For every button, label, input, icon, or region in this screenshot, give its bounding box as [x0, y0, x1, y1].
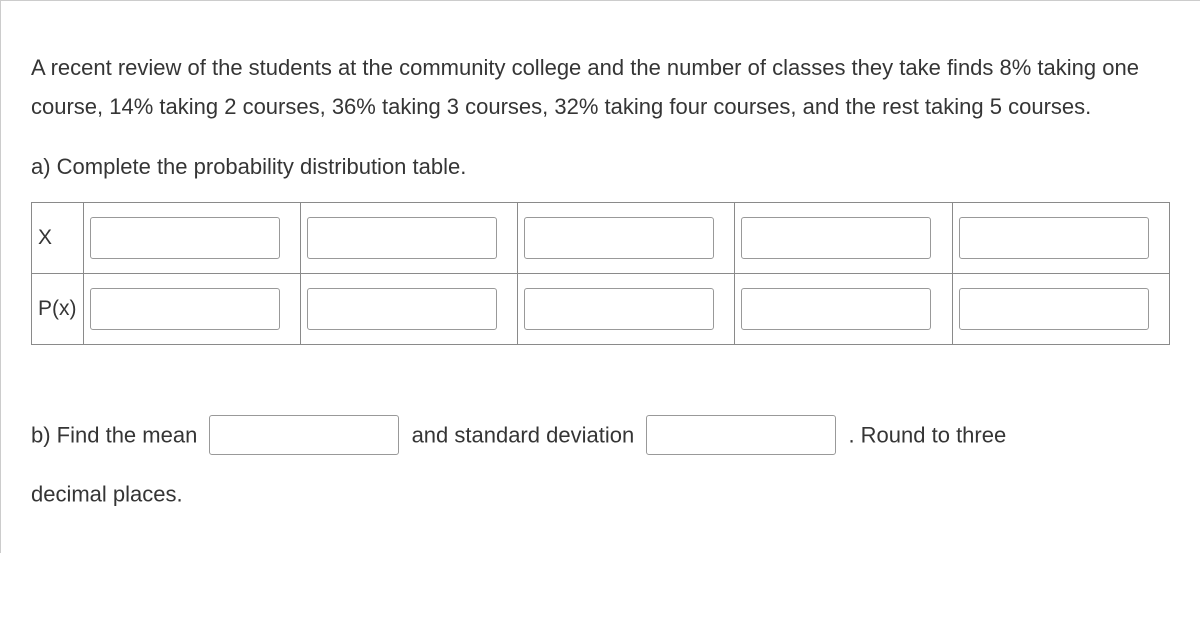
mean-input[interactable]: [209, 415, 399, 455]
row-header-x: X: [32, 203, 84, 274]
table-cell: [735, 203, 952, 274]
table-cell: [735, 274, 952, 345]
px-input-5[interactable]: [959, 288, 1149, 330]
table-row: P(x): [32, 274, 1170, 345]
x-input-4[interactable]: [741, 217, 931, 259]
x-input-2[interactable]: [307, 217, 497, 259]
stddev-input[interactable]: [646, 415, 836, 455]
question-intro: A recent review of the students at the c…: [31, 49, 1170, 126]
part-b-prefix: b) Find the mean: [31, 423, 197, 448]
part-b-line2: decimal places.: [31, 481, 183, 506]
px-input-3[interactable]: [524, 288, 714, 330]
px-input-4[interactable]: [741, 288, 931, 330]
table-cell: [952, 274, 1169, 345]
px-input-1[interactable]: [90, 288, 280, 330]
table-cell: [300, 203, 517, 274]
table-row: X: [32, 203, 1170, 274]
part-b-middle: and standard deviation: [412, 423, 635, 448]
part-b-section: b) Find the mean and standard deviation …: [31, 405, 1170, 523]
part-b-suffix: . Round to three: [848, 423, 1006, 448]
px-input-2[interactable]: [307, 288, 497, 330]
row-header-px: P(x): [32, 274, 84, 345]
x-input-1[interactable]: [90, 217, 280, 259]
table-cell: [952, 203, 1169, 274]
table-cell: [518, 203, 735, 274]
table-cell: [83, 274, 300, 345]
question-content: A recent review of the students at the c…: [1, 1, 1200, 553]
probability-table: X P(x): [31, 202, 1170, 345]
x-input-5[interactable]: [959, 217, 1149, 259]
table-cell: [83, 203, 300, 274]
part-a-label: a) Complete the probability distribution…: [31, 154, 1170, 180]
question-container: A recent review of the students at the c…: [0, 0, 1200, 553]
table-cell: [300, 274, 517, 345]
x-input-3[interactable]: [524, 217, 714, 259]
table-cell: [518, 274, 735, 345]
